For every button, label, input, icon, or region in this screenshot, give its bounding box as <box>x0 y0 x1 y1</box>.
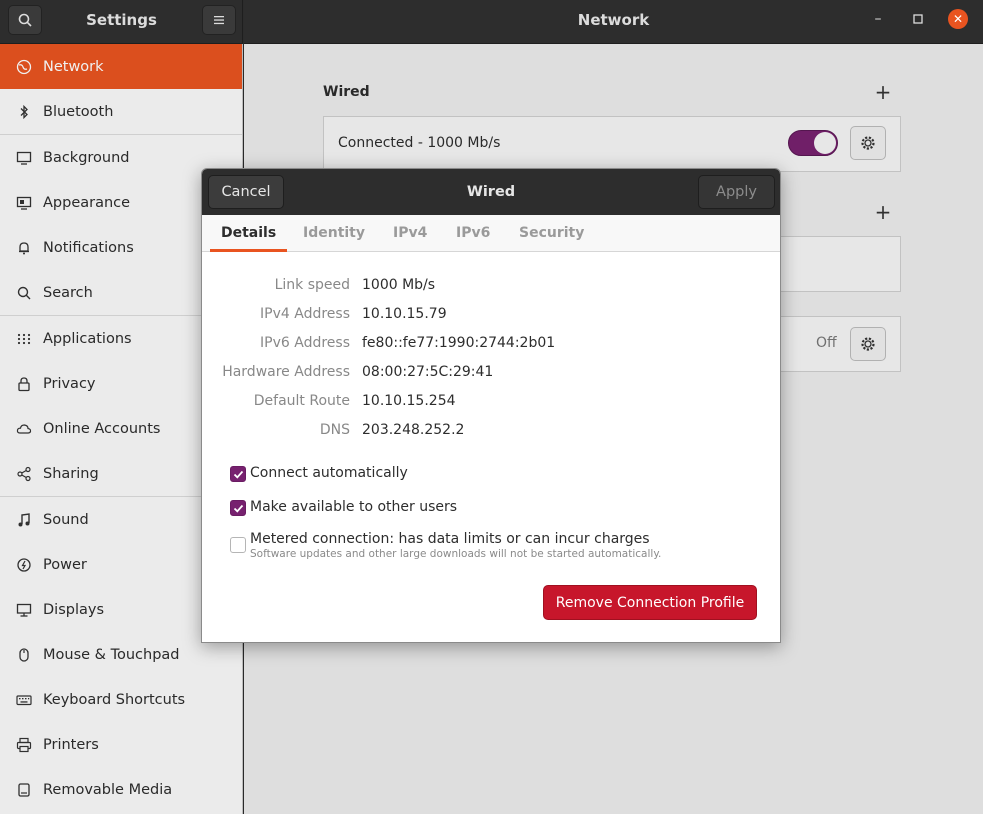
wired-section-title: Wired <box>323 84 370 100</box>
detail-value: 203.248.252.2 <box>362 422 465 438</box>
sidebar-item-label: Keyboard Shortcuts <box>43 691 186 708</box>
sidebar-item-label: Removable Media <box>43 781 173 798</box>
share-icon <box>16 466 32 482</box>
detail-key: Link speed <box>274 277 350 293</box>
dialog-tabs: Details Identity IPv4 IPv6 Security <box>202 215 780 252</box>
sidebar-item-label: Privacy <box>43 375 96 392</box>
power-icon <box>16 557 32 573</box>
music-note-icon <box>16 512 32 528</box>
plus-icon: + <box>874 80 892 104</box>
minimize-icon: – <box>874 11 882 27</box>
printer-icon <box>16 737 32 753</box>
gear-icon <box>861 337 875 351</box>
tab-ipv4[interactable]: IPv4 <box>393 215 427 252</box>
drive-icon <box>16 782 32 798</box>
detail-value: 10.10.15.79 <box>362 306 447 322</box>
detail-key: DNS <box>319 422 350 438</box>
minimize-button[interactable]: – <box>868 9 888 29</box>
mouse-icon <box>16 647 32 663</box>
sidebar-item-label: Applications <box>43 330 132 347</box>
sidebar-header: Settings <box>0 0 243 44</box>
detail-key: IPv6 Address <box>260 335 350 351</box>
close-icon: ✕ <box>952 12 964 26</box>
detail-key: Default Route <box>253 393 350 409</box>
proxy-settings-button[interactable] <box>850 327 886 361</box>
detail-key: IPv4 Address <box>260 306 350 322</box>
keyboard-icon <box>16 692 32 708</box>
check-icon <box>233 470 243 479</box>
sidebar-item-label: Sound <box>43 511 89 528</box>
grid-icon <box>16 331 32 347</box>
sidebar-item-removable-media[interactable]: Removable Media <box>0 767 242 812</box>
sidebar-item-label: Printers <box>43 736 99 753</box>
metered-connection-checkbox[interactable] <box>230 537 246 553</box>
display-icon <box>16 602 32 618</box>
sidebar-item-label: Mouse & Touchpad <box>43 646 180 663</box>
remove-connection-profile-button[interactable]: Remove Connection Profile <box>543 585 757 620</box>
hamburger-icon <box>214 16 224 25</box>
dialog-title: Wired <box>466 184 516 200</box>
search-icon <box>16 285 32 301</box>
sidebar-item-label: Bluetooth <box>43 103 114 120</box>
tab-security[interactable]: Security <box>519 215 584 252</box>
proxy-status: Off <box>816 335 837 351</box>
apply-button[interactable]: Apply <box>698 175 775 209</box>
add-vpn-button[interactable]: + <box>873 200 893 224</box>
sidebar-item-label: Appearance <box>43 194 131 211</box>
sidebar-item-label: Notifications <box>43 239 134 256</box>
sidebar-item-label: Displays <box>43 601 105 618</box>
sidebar-item-label: Sharing <box>43 465 99 482</box>
metered-connection-label[interactable]: Metered connection: has data limits or c… <box>250 531 650 547</box>
wired-dialog: Cancel Wired Apply Details Identity IPv4… <box>201 168 781 643</box>
dialog-header: Cancel Wired Apply <box>202 169 780 215</box>
close-button[interactable]: ✕ <box>948 9 968 29</box>
cancel-button[interactable]: Cancel <box>208 175 284 209</box>
wired-toggle[interactable] <box>788 130 838 156</box>
menu-button[interactable] <box>202 5 236 35</box>
sidebar-item-bluetooth[interactable]: Bluetooth <box>0 89 242 134</box>
connect-automatically-label[interactable]: Connect automatically <box>250 465 408 481</box>
connect-automatically-checkbox[interactable] <box>230 466 246 482</box>
make-available-label[interactable]: Make available to other users <box>250 499 457 515</box>
sidebar-item-keyboard-shortcuts[interactable]: Keyboard Shortcuts <box>0 677 242 722</box>
maximize-button[interactable] <box>908 9 928 29</box>
detail-value: fe80::fe77:1990:2744:2b01 <box>362 335 556 351</box>
detail-value: 10.10.15.254 <box>362 393 456 409</box>
maximize-icon <box>913 14 923 24</box>
cloud-icon <box>16 421 32 437</box>
check-icon <box>233 504 243 513</box>
lock-icon <box>16 376 32 392</box>
plus-icon: + <box>874 200 892 224</box>
metered-connection-description: Software updates and other large downloa… <box>250 548 662 560</box>
wired-status: Connected - 1000 Mb/s <box>338 135 501 151</box>
toggle-knob <box>814 132 836 154</box>
wired-settings-button[interactable] <box>850 126 886 160</box>
detail-value: 1000 Mb/s <box>362 277 436 293</box>
bluetooth-icon <box>16 104 32 120</box>
sidebar-item-label: Search <box>43 284 93 301</box>
detail-value: 08:00:27:5C:29:41 <box>362 364 494 380</box>
sidebar-item-label: Network <box>43 58 104 75</box>
add-wired-button[interactable]: + <box>873 80 893 104</box>
wired-connection-row: Connected - 1000 Mb/s <box>323 116 901 172</box>
make-available-checkbox[interactable] <box>230 500 246 516</box>
sidebar-item-printers[interactable]: Printers <box>0 722 242 767</box>
appearance-icon <box>16 195 32 211</box>
sidebar-item-label: Power <box>43 556 87 573</box>
gear-icon <box>861 136 875 150</box>
sidebar-item-label: Online Accounts <box>43 420 161 437</box>
bell-icon <box>16 240 32 256</box>
globe-icon <box>16 59 32 75</box>
tab-details[interactable]: Details <box>210 215 288 252</box>
tab-identity[interactable]: Identity <box>303 215 365 252</box>
tab-ipv6[interactable]: IPv6 <box>456 215 490 252</box>
panel-header: Network – ✕ <box>244 0 983 44</box>
monitor-icon <box>16 150 32 166</box>
sidebar-item-network[interactable]: Network <box>0 44 242 89</box>
sidebar-item-label: Background <box>43 149 130 166</box>
detail-key: Hardware Address <box>222 364 350 380</box>
